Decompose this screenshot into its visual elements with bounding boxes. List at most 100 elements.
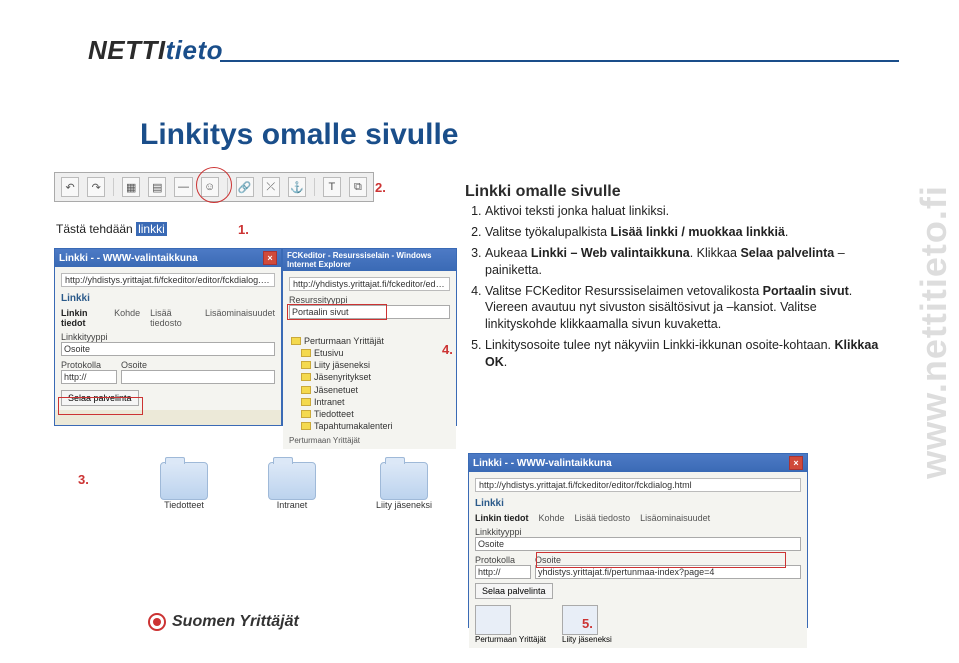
highlight-resurssityyppi [287,304,387,320]
window-title-bar: FCKeditor - Resurssiselain - Windows Int… [283,249,456,271]
step-3: Aukeaa Linkki – Web valintaikkuna. Klikk… [485,245,885,279]
tabs: Linkin tiedot Kohde Lisää tiedosto Lisäo… [61,308,275,328]
tab-kohde[interactable]: Kohde [114,308,140,328]
tree-item[interactable]: Liity jäseneksi [301,359,450,371]
step1-prefix: Tästä tehdään [56,222,136,236]
address-bar: http://yhdistys.yrittajat.fi/fckeditor/e… [61,273,275,287]
fckeditor-resource-browser: FCKeditor - Resurssiselain - Windows Int… [282,248,457,426]
source-icon[interactable]: ⧉ [349,177,367,197]
folder-tree: Perturmaan Yrittäjät Etusivu Liity jäsen… [289,335,450,432]
tabs: Linkin tiedot Kohde Lisää tiedosto Lisäo… [475,513,801,523]
window-title-bar: Linkki - - WWW-valintaikkuna × [469,454,807,472]
tab-lisaa-tiedosto[interactable]: Lisää tiedosto [150,308,195,328]
tree-item[interactable]: Intranet [301,396,450,408]
footer-logo: Suomen Yrittäjät [148,613,299,631]
linkki-dialog-2: Linkki - - WWW-valintaikkuna × http://yh… [468,453,808,628]
tree-item[interactable]: Jäsenyritykset [301,371,450,383]
tab-lisaominaisuudet[interactable]: Lisäominaisuudet [640,513,710,523]
separator [113,178,114,196]
label-protokolla: Protokolla [61,360,117,370]
header-rule [220,60,899,62]
folder-tiedotteet[interactable]: Tiedotteet [160,462,208,510]
folder-icon [160,462,208,500]
hr-icon[interactable]: — [174,177,192,197]
folder-icon [380,462,428,500]
folder-icon [301,386,311,394]
label-linkkityyppi: Linkkityyppi [61,332,275,342]
side-watermark: www.nettitieto.fi [909,0,959,663]
image-icon[interactable]: ▦ [122,177,140,197]
select-linkkityyppi[interactable]: Osoite [475,537,801,551]
tab-kohde[interactable]: Kohde [539,513,565,523]
folder-icon [301,398,311,406]
marker-5: 5. [582,616,593,631]
tree-item[interactable]: Etusivu [301,347,450,359]
close-icon[interactable]: × [789,456,803,470]
folder-icon [268,462,316,500]
header: NETTItieto [0,0,959,95]
folder-icon [291,337,301,345]
input-osoite[interactable] [121,370,275,384]
tab-linkin-tiedot[interactable]: Linkin tiedot [475,513,529,523]
window-title: Linkki - - WWW-valintaikkuna [59,253,198,264]
footer-logo-text: Suomen Yrittäjät [172,613,299,631]
step1-link-word: linkki [136,222,167,236]
step-5: Linkitysosoite tulee nyt näkyviin Linkki… [485,337,885,371]
folder-icons-row: Tiedotteet Intranet Liity jäseneksi [160,462,432,510]
marker-2: 2. [375,180,386,195]
logo-part2: tieto [166,35,223,65]
separator [314,178,315,196]
thumbnail-row: Perturmaan Yrittäjät Liity jäseneksi [475,605,801,644]
tab-lisaa-tiedosto[interactable]: Lisää tiedosto [575,513,631,523]
footer-logo-mark [148,613,166,631]
text-icon[interactable]: T [323,177,341,197]
redo-icon[interactable]: ↷ [87,177,105,197]
marker-3: 3. [78,472,89,487]
folder-icon [301,361,311,369]
step-2: Valitse työkalupalkista Lisää linkki / m… [485,224,885,241]
bottom-path: Perturmaan Yrittäjät [289,436,450,445]
anchor-icon[interactable]: ⚓ [288,177,306,197]
table-icon[interactable]: ▤ [148,177,166,197]
undo-icon[interactable]: ↶ [61,177,79,197]
thumb-icon[interactable] [475,605,511,635]
window-title: Linkki - - WWW-valintaikkuna [473,458,612,469]
address-bar: http://yhdistys.yrittajat.fi/fckeditor/e… [289,277,450,291]
link-icon[interactable]: 🔗 [236,177,254,197]
tree-item[interactable]: Tiedotteet [301,408,450,420]
window-title-bar: Linkki - - WWW-valintaikkuna × [55,249,281,267]
tree-root[interactable]: Perturmaan Yrittäjät [291,335,450,347]
folder-icon [301,410,311,418]
tree-item[interactable]: Tapahtumakalenteri [301,420,450,432]
select-protokolla[interactable]: http:// [475,565,531,579]
step-1: Aktivoi teksti jonka haluat linkiksi. [485,203,885,220]
logo-part1: NETTI [88,35,166,65]
select-protokolla[interactable]: http:// [61,370,117,384]
marker-4: 4. [442,342,453,357]
tab-lisaominaisuudet[interactable]: Lisäominaisuudet [205,308,275,328]
editor-toolbar: ↶ ↷ ▦ ▤ — ☺ 🔗 ⤫ ⚓ T ⧉ [54,172,374,202]
step1-sample: Tästä tehdään linkki [56,222,167,236]
page-title: Linkitys omalle sivulle [140,118,458,152]
highlight-browse-button [58,397,143,415]
step-heading: Linkki omalle sivulle [465,183,621,201]
window-title: FCKeditor - Resurssiselain - Windows Int… [287,251,452,269]
tab-linkin-tiedot[interactable]: Linkin tiedot [61,308,104,328]
label-protokolla: Protokolla [475,555,531,565]
browse-server-button[interactable]: Selaa palvelinta [475,583,553,599]
smiley-icon[interactable]: ☺ [201,177,219,197]
close-icon[interactable]: × [263,251,277,265]
folder-icon [301,422,311,430]
folder-intranet[interactable]: Intranet [268,462,316,510]
address-bar: http://yhdistys.yrittajat.fi/fckeditor/e… [475,478,801,492]
folder-icon [301,373,311,381]
folder-liity-jaseneksi[interactable]: Liity jäseneksi [376,462,432,510]
panel-heading: Linkki [61,291,275,306]
folder-icon [301,349,311,357]
tree-item[interactable]: Jäsenetuet [301,384,450,396]
label-linkkityyppi: Linkkityyppi [475,527,801,537]
select-linkkityyppi[interactable]: Osoite [61,342,275,356]
unlink-icon[interactable]: ⤫ [262,177,280,197]
label-osoite: Osoite [121,360,275,370]
step-4: Valitse FCKeditor Resurssiselaimen vetov… [485,283,885,334]
